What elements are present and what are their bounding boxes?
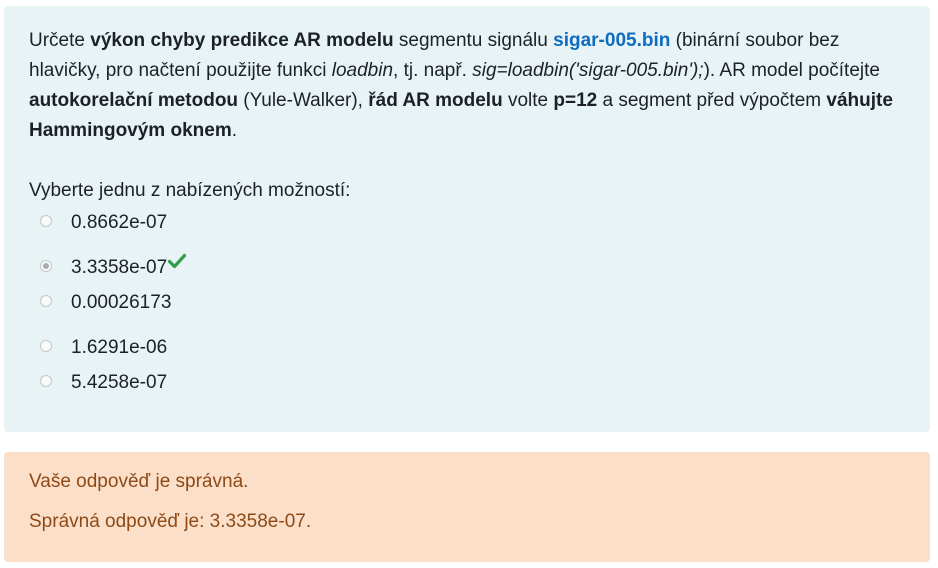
answer-prompt: Vyberte jednu z nabízených možností:: [29, 180, 351, 201]
answer-label: 5.4258e-07: [71, 372, 168, 393]
check-icon: [168, 253, 187, 269]
radio-button[interactable]: [40, 295, 52, 307]
question-text-part: , tj. např.: [393, 60, 473, 81]
question-text-part: a segment před výpočtem: [597, 90, 827, 111]
question-text-part: .: [231, 120, 238, 141]
file-link[interactable]: sigar-005.bin: [553, 30, 670, 51]
answer-label-container: 3.3358e-07: [71, 253, 187, 283]
answer-option[interactable]: 0.8662e-07: [29, 208, 906, 243]
question-text-part: ). AR model počítejte: [703, 60, 880, 81]
answer-option[interactable]: 0.00026173: [29, 288, 906, 323]
question-text-part: (Yule-Walker),: [238, 90, 369, 111]
question-code: loadbin: [331, 60, 394, 81]
question-emphasis: řád AR modelu: [368, 90, 503, 111]
answer-option[interactable]: 5.4258e-07: [29, 368, 906, 403]
radio-button[interactable]: [40, 215, 52, 227]
radio-button-selected[interactable]: [40, 260, 52, 272]
question-emphasis: p=12: [553, 90, 598, 111]
answer-list: 0.8662e-07 3.3358e-07 0.00026173 1.6291e…: [29, 208, 906, 403]
question-text-part: segmentu signálu: [393, 30, 554, 51]
question-text-part: volte: [502, 90, 554, 111]
question-text: Určete výkon chyby predikce AR modelu se…: [29, 26, 906, 146]
feedback-panel: Vaše odpověď je správná. Správná odpověď…: [4, 452, 930, 562]
answer-label: 3.3358e-07: [71, 257, 168, 278]
answer-label: 0.00026173: [71, 292, 172, 313]
answer-option[interactable]: 3.3358e-07: [29, 253, 906, 288]
question-code: sig=loadbin('sigar-005.bin');: [472, 60, 704, 81]
answer-label: 0.8662e-07: [71, 212, 168, 233]
radio-button[interactable]: [40, 375, 52, 387]
answer-label: 1.6291e-06: [71, 337, 168, 358]
feedback-result: Vaše odpověď je správná.: [29, 471, 249, 492]
question-emphasis: výkon chyby predikce AR modelu: [90, 30, 394, 51]
question-emphasis: autokorelační metodou: [29, 90, 239, 111]
question-text-part: Určete: [29, 30, 91, 51]
question-panel: Určete výkon chyby predikce AR modelu se…: [4, 6, 930, 432]
radio-button[interactable]: [40, 340, 52, 352]
answer-option[interactable]: 1.6291e-06: [29, 333, 906, 368]
feedback-correct-answer: Správná odpověď je: 3.3358e-07.: [29, 511, 312, 532]
